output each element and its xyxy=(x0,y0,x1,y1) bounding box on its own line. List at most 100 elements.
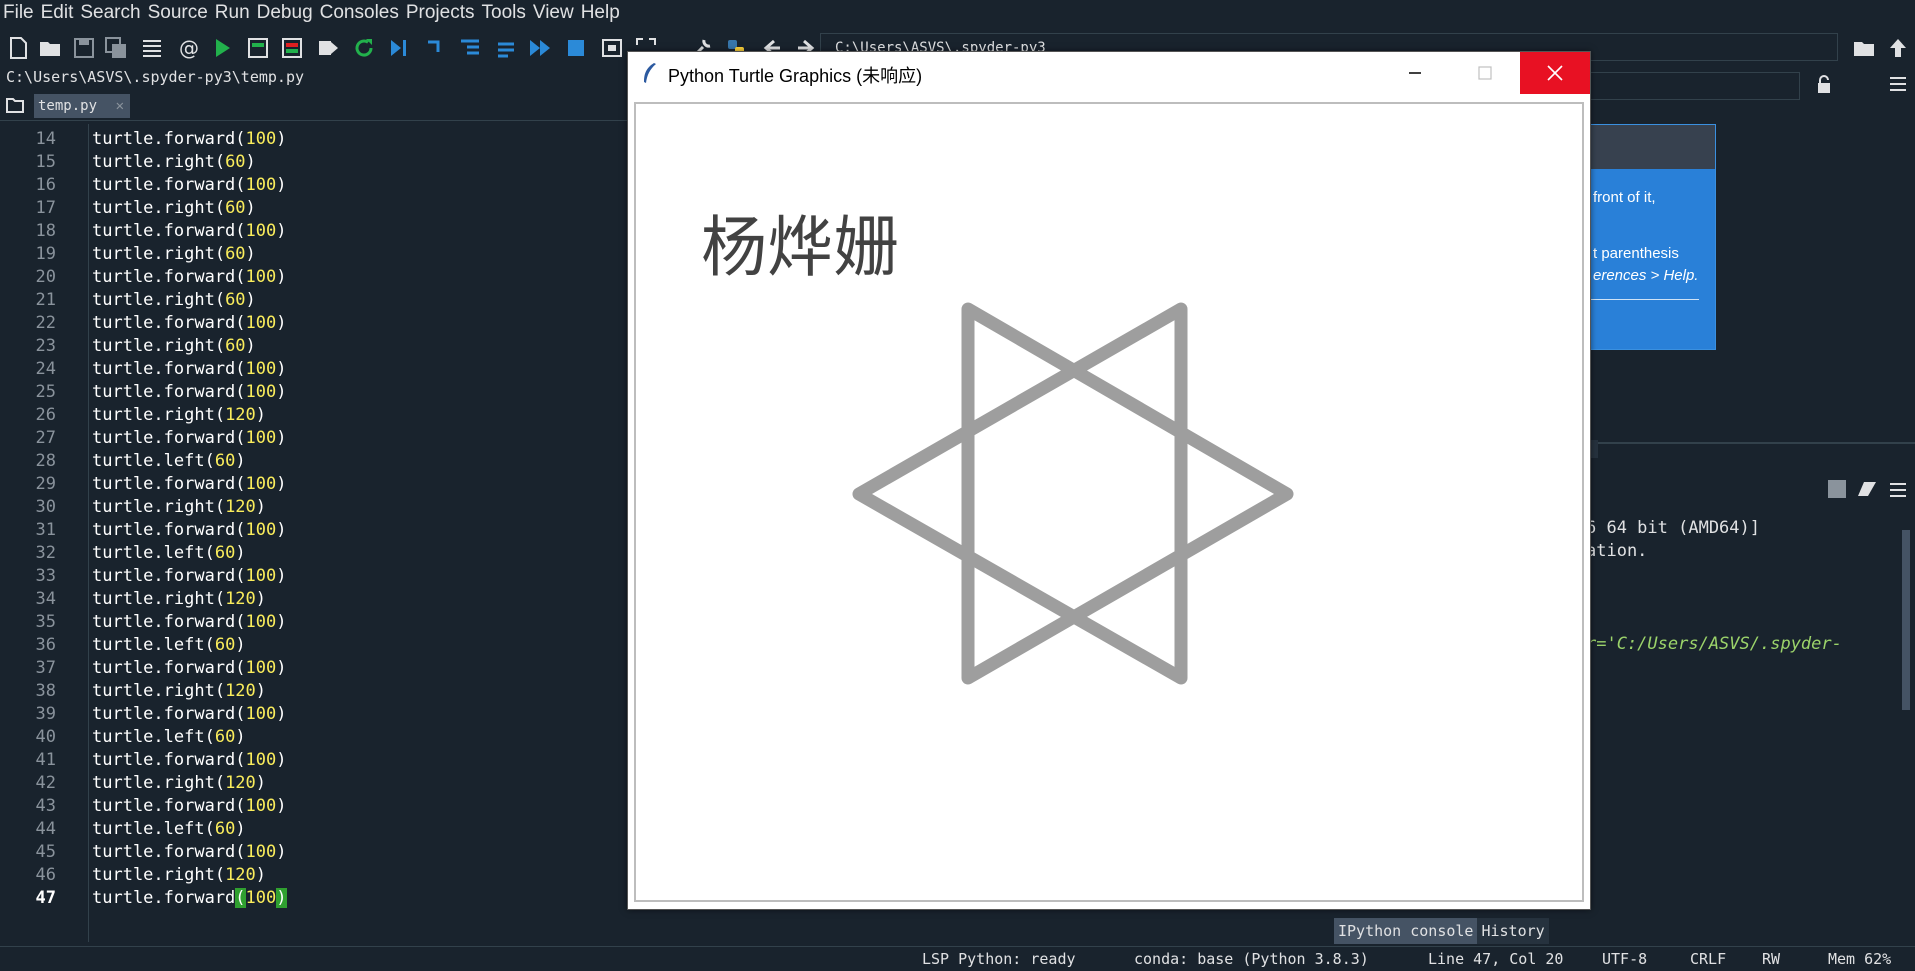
stop-icon[interactable] xyxy=(564,36,588,60)
code-line: turtle.forward(100) xyxy=(92,359,287,379)
hexagram-drawing xyxy=(852,302,1294,685)
code-number: 120 xyxy=(225,497,256,517)
code-close-paren: ) xyxy=(276,750,287,770)
stop-kernel-icon[interactable] xyxy=(1828,480,1846,498)
code-line: turtle.forward(100) xyxy=(92,842,287,862)
code-text: turtle.right( xyxy=(92,152,226,172)
menu-projects[interactable]: Projects xyxy=(403,2,479,24)
menu-source[interactable]: Source xyxy=(145,2,212,24)
code-close-paren: ) xyxy=(276,888,287,908)
step-icon[interactable] xyxy=(424,36,448,60)
code-text: turtle.right( xyxy=(92,497,226,517)
line-number: 46 xyxy=(35,865,56,885)
help-source-combo[interactable] xyxy=(1588,72,1800,100)
code-text: turtle.left( xyxy=(92,451,215,471)
menu-search[interactable]: Search xyxy=(77,2,144,24)
run-cell-advance-icon[interactable] xyxy=(280,36,304,60)
code-number: 120 xyxy=(225,773,256,793)
code-number: 100 xyxy=(245,313,277,333)
line-number: 25 xyxy=(35,382,56,402)
code-number: 100 xyxy=(245,704,277,724)
menu-tools[interactable]: Tools xyxy=(479,2,530,24)
eraser-icon[interactable] xyxy=(1856,480,1878,502)
open-folder-icon[interactable] xyxy=(38,36,62,60)
console-menu-icon[interactable] xyxy=(1888,480,1908,504)
code-close-paren: ) xyxy=(245,336,256,356)
editor-file-path: C:\Users\ASVS\.spyder-py3\temp.py xyxy=(6,68,305,86)
minimize-button[interactable] xyxy=(1380,52,1450,94)
menu-run[interactable]: Run xyxy=(212,2,254,24)
menu-debug[interactable]: Debug xyxy=(254,2,317,24)
maximize-button[interactable] xyxy=(1450,52,1520,94)
code-text: turtle.forward( xyxy=(92,221,246,241)
run-icon[interactable] xyxy=(210,36,234,60)
code-number: 100 xyxy=(245,359,277,379)
code-close-paren: ) xyxy=(276,129,287,149)
maximize-pane-icon[interactable] xyxy=(600,36,624,60)
list-icon[interactable] xyxy=(140,36,164,60)
run-cell-icon[interactable] xyxy=(246,36,270,60)
code-close-paren: ) xyxy=(245,152,256,172)
help-popup-header xyxy=(1587,125,1715,169)
rerun-icon[interactable] xyxy=(352,36,376,60)
code-number: 100 xyxy=(245,842,277,862)
code-close-paren: ) xyxy=(255,681,267,701)
code-line: turtle.left(60) xyxy=(92,543,246,563)
code-close-paren: ) xyxy=(276,612,287,632)
window-titlebar[interactable]: Python Turtle Graphics (未响应) xyxy=(628,52,1590,94)
close-button[interactable] xyxy=(1520,52,1590,94)
line-number: 16 xyxy=(35,175,56,195)
menu-consoles[interactable]: Consoles xyxy=(317,2,403,24)
matched-paren: ( xyxy=(235,888,246,908)
help-divider xyxy=(1587,299,1699,300)
run-selection-icon[interactable] xyxy=(316,36,340,60)
code-line: turtle.forward(100) xyxy=(92,566,287,586)
code-text: turtle.right( xyxy=(92,336,226,356)
menu-help[interactable]: Help xyxy=(578,2,624,24)
line-number: 27 xyxy=(35,428,56,448)
tab-temp-py[interactable]: temp.py ✕ xyxy=(34,94,130,118)
line-number: 29 xyxy=(35,474,56,494)
code-line: turtle.right(120) xyxy=(92,865,266,885)
lock-icon[interactable] xyxy=(1816,74,1832,98)
code-close-paren: ) xyxy=(255,865,267,885)
menu-edit[interactable]: Edit xyxy=(38,2,78,24)
code-close-paren: ) xyxy=(276,842,287,862)
code-number: 60 xyxy=(214,635,236,655)
pane-divider xyxy=(1584,442,1915,444)
code-close-paren: ) xyxy=(255,497,267,517)
line-number: 15 xyxy=(35,152,56,172)
debug-icon[interactable] xyxy=(386,36,410,60)
code-close-paren: ) xyxy=(235,727,246,747)
code-text: turtle.left( xyxy=(92,819,215,839)
code-close-paren: ) xyxy=(276,313,287,333)
close-tab-icon[interactable]: ✕ xyxy=(116,94,124,118)
menu-file[interactable]: File xyxy=(0,2,38,24)
console-scrollbar[interactable] xyxy=(1902,530,1910,710)
save-all-icon[interactable] xyxy=(104,36,128,60)
parent-dir-icon[interactable] xyxy=(1886,36,1910,60)
at-icon[interactable]: @ xyxy=(176,36,200,60)
code-text: turtle.forward( xyxy=(92,175,246,195)
code-line: turtle.right(120) xyxy=(92,589,266,609)
menu-view[interactable]: View xyxy=(530,2,578,24)
new-file-icon[interactable] xyxy=(6,36,30,60)
ipython-console[interactable]: 6 64 bit (AMD64)] ation. r='C:/Users/ASV… xyxy=(1584,472,1915,912)
code-close-paren: ) xyxy=(235,819,246,839)
code-number: 60 xyxy=(225,290,246,310)
browse-tabs-icon[interactable] xyxy=(6,97,24,113)
continue-icon[interactable] xyxy=(528,36,552,60)
code-line: turtle.right(60) xyxy=(92,336,256,356)
code-number: 120 xyxy=(225,589,256,609)
step-return-icon[interactable] xyxy=(494,36,518,60)
turtle-graphics-window[interactable]: Python Turtle Graphics (未响应) 杨烨姗 xyxy=(627,51,1591,910)
line-number: 24 xyxy=(35,359,56,379)
save-icon[interactable] xyxy=(72,36,96,60)
turtle-canvas[interactable]: 杨烨姗 xyxy=(634,102,1584,902)
options-menu-icon[interactable] xyxy=(1888,74,1908,98)
code-number: 100 xyxy=(245,566,277,586)
step-into-icon[interactable] xyxy=(458,36,482,60)
line-number: 36 xyxy=(35,635,56,655)
console-output-line: r='C:/Users/ASVS/.spyder- xyxy=(1586,634,1842,654)
browse-folder-icon[interactable] xyxy=(1852,36,1876,60)
